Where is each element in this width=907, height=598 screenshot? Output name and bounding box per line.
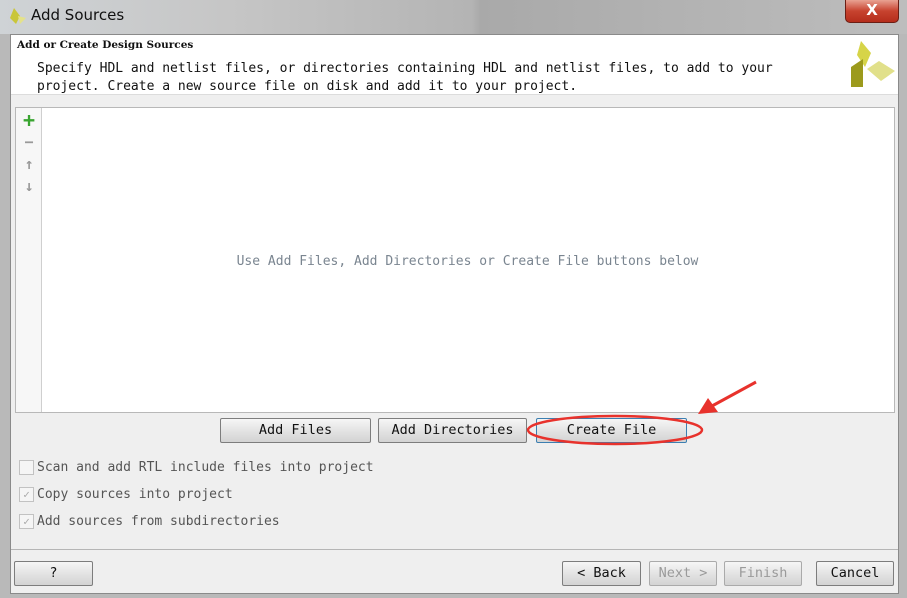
remove-icon[interactable]: − xyxy=(22,134,36,150)
option-scan-rtl[interactable]: Scan and add RTL include files into proj… xyxy=(19,460,374,476)
create-file-button[interactable]: Create File xyxy=(536,418,687,443)
empty-hint: Use Add Files, Add Directories or Create… xyxy=(236,254,699,269)
next-button[interactable]: Next > xyxy=(649,561,717,586)
page-description: Specify HDL and netlist files, or direct… xyxy=(37,61,773,94)
list-toolbar: + − ↑ ↓ xyxy=(16,108,42,412)
app-logo-icon xyxy=(10,8,26,24)
checkbox[interactable] xyxy=(19,460,34,475)
option-label: Add sources from subdirectories xyxy=(37,514,280,529)
checkbox[interactable]: ✓ xyxy=(19,514,34,529)
option-add-subdirectories[interactable]: ✓ Add sources from subdirectories xyxy=(19,514,280,530)
vivado-logo-icon xyxy=(851,41,895,87)
move-down-icon[interactable]: ↓ xyxy=(22,178,36,194)
add-directories-button[interactable]: Add Directories xyxy=(378,418,527,443)
option-label: Scan and add RTL include files into proj… xyxy=(37,460,374,475)
sources-list[interactable]: + − ↑ ↓ Use Add Files, Add Directories o… xyxy=(15,107,895,413)
add-sources-dialog: Add or Create Design Sources Specify HDL… xyxy=(10,34,899,594)
close-button[interactable]: X xyxy=(845,0,899,23)
page-title: Add or Create Design Sources xyxy=(17,39,194,51)
option-copy-sources[interactable]: ✓ Copy sources into project xyxy=(19,487,233,503)
option-label: Copy sources into project xyxy=(37,487,233,502)
dialog-header: Add or Create Design Sources Specify HDL… xyxy=(11,35,898,95)
back-button[interactable]: < Back xyxy=(562,561,641,586)
cancel-button[interactable]: Cancel xyxy=(816,561,894,586)
divider xyxy=(11,549,898,550)
window-title: Add Sources xyxy=(31,6,125,24)
help-button[interactable]: ? xyxy=(14,561,93,586)
add-files-button[interactable]: Add Files xyxy=(220,418,371,443)
finish-button[interactable]: Finish xyxy=(724,561,802,586)
title-bar: Add Sources X xyxy=(0,0,907,34)
checkbox[interactable]: ✓ xyxy=(19,487,34,502)
move-up-icon[interactable]: ↑ xyxy=(22,156,36,172)
add-icon[interactable]: + xyxy=(22,110,36,130)
